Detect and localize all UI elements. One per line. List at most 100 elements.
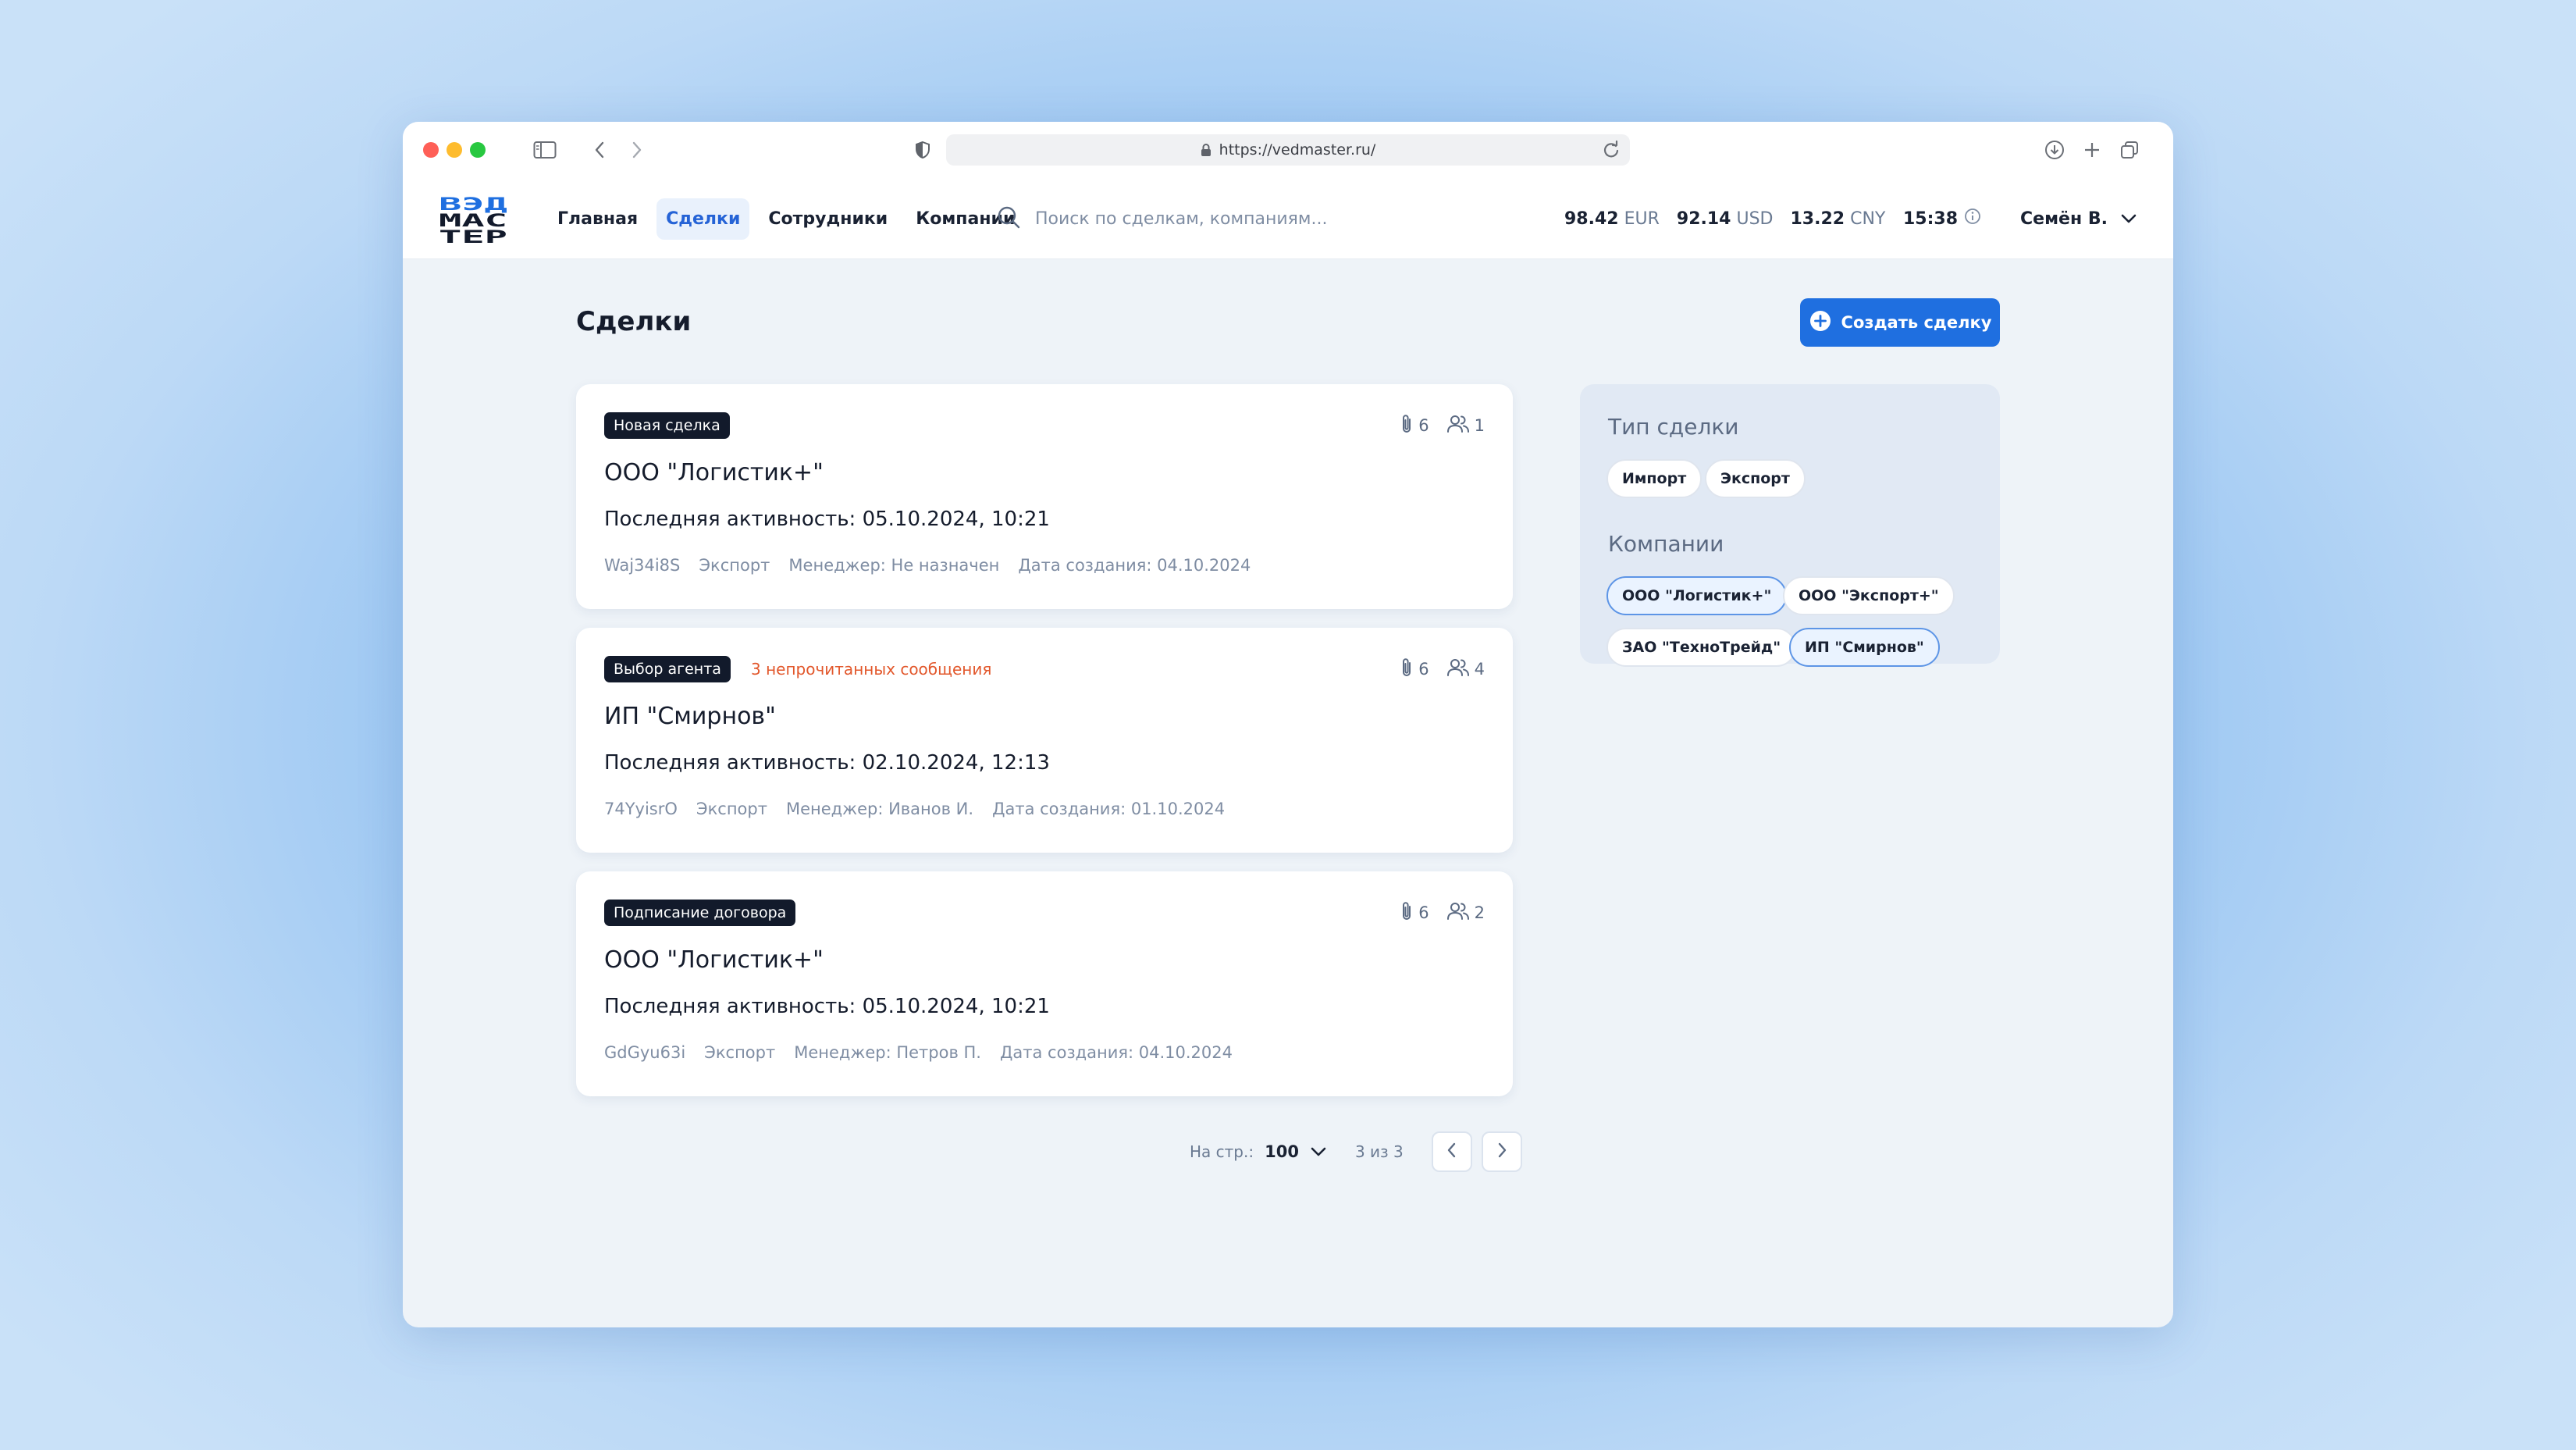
info-icon[interactable] [1964,208,1981,230]
browser-window: https://vedmaster.ru/ ВЭД МАС ТЕР Главна… [403,122,2173,1327]
users-icon [1446,414,1470,438]
paperclip-icon [1400,900,1414,926]
nav-item-home[interactable]: Главная [548,198,647,240]
deal-manager: Менеджер: Не назначен [788,556,1000,575]
members-count: 1 [1474,416,1485,435]
rate-usd: 92.14 USD [1676,208,1774,229]
address-bar[interactable]: https://vedmaster.ru/ [946,134,1630,166]
user-menu[interactable]: Семён В. [2020,195,2137,242]
unread-messages[interactable]: 3 непрочитанных сообщения [751,656,991,682]
chevron-down-icon [1310,1142,1327,1161]
deal-created: Дата создания: 01.10.2024 [992,800,1226,818]
deal-manager: Менеджер: Петров П. [794,1043,981,1062]
status-badge: Подписание договора [604,900,796,926]
chevron-down-icon [2120,209,2137,229]
create-deal-button[interactable]: Создать сделку [1800,298,2000,347]
browser-toolbar: https://vedmaster.ru/ [403,122,2173,178]
close-window-button[interactable] [423,142,439,158]
search-icon[interactable] [996,205,1021,233]
attachments-counter: 6 [1400,413,1429,439]
filter-chip-company[interactable]: ООО "Логистик+" [1606,576,1788,615]
filter-chip-company[interactable]: ООО "Экспорт+" [1783,576,1955,615]
chevron-right-icon [1496,1142,1507,1162]
download-icon[interactable] [2041,136,2069,164]
shield-icon[interactable] [909,136,937,164]
deal-last-activity: Последняя активность: 02.10.2024, 12:13 [604,751,1050,775]
deal-card[interactable]: Подписание договора 6 2 ООО "Логистик+" … [576,871,1513,1096]
rate-cny: 13.22 CNY [1790,208,1886,229]
maximize-window-button[interactable] [470,142,486,158]
paperclip-icon [1400,657,1414,682]
deal-meta: GdGyu63i Экспорт Менеджер: Петров П. Дат… [604,1043,1233,1062]
deal-card[interactable]: Новая сделка 6 1 ООО "Логистик+" Последн… [576,384,1513,609]
next-page-button[interactable] [1481,1131,1522,1172]
deal-type: Экспорт [696,800,767,818]
nav-item-deals[interactable]: Сделки [656,198,750,240]
members-counter: 4 [1446,657,1485,682]
prev-page-button[interactable] [1431,1131,1472,1172]
companies-filter-title: Компании [1608,531,1724,557]
status-badge: Новая сделка [604,412,730,439]
page-title: Сделки [576,306,692,337]
filter-chip-export[interactable]: Экспорт [1705,459,1806,498]
filters-panel: Тип сделки Импорт Экспорт Компании ООО "… [1580,384,2000,667]
filter-chip-company[interactable]: ЗАО "ТехноТрейд" [1606,628,1797,667]
lock-icon [1201,143,1212,157]
attachments-count: 6 [1418,416,1429,435]
deal-manager: Менеджер: Иванов И. [785,800,974,818]
minimize-window-button[interactable] [447,142,462,158]
deal-counters: 6 1 [1400,412,1485,439]
deal-type: Экспорт [699,556,770,575]
deal-last-activity: Последняя активность: 05.10.2024, 10:21 [604,508,1050,531]
back-icon[interactable] [585,136,614,164]
deal-company[interactable]: ООО "Логистик+" [604,946,824,974]
filter-chip-import[interactable]: Импорт [1606,459,1703,498]
filter-chip-company[interactable]: ИП "Смирнов" [1789,628,1940,667]
tabs-overview-icon[interactable] [2115,136,2144,164]
deal-company[interactable]: ИП "Смирнов" [604,703,776,730]
per-page-select[interactable]: 100 [1265,1142,1327,1161]
members-counter: 2 [1446,901,1485,925]
deal-meta: 74YyisrO Экспорт Менеджер: Иванов И. Дат… [604,800,1225,818]
members-count: 2 [1474,903,1485,922]
users-icon [1446,657,1470,682]
members-count: 4 [1474,660,1485,679]
deal-id: GdGyu63i [604,1043,686,1062]
forward-icon[interactable] [623,136,651,164]
pagination: На стр.: 100 3 из 3 [1190,1131,1522,1172]
plus-circle-icon [1809,309,1832,337]
deal-company[interactable]: ООО "Логистик+" [604,459,824,486]
per-page-value: 100 [1265,1142,1299,1161]
members-counter: 1 [1446,414,1485,438]
url-text: https://vedmaster.ru/ [1219,141,1376,159]
deal-meta: Waj34i8S Экспорт Менеджер: Не назначен Д… [604,556,1251,575]
chevron-left-icon [1446,1142,1457,1162]
deal-last-activity: Последняя активность: 05.10.2024, 10:21 [604,995,1050,1018]
currency-rates: 98.42 EUR 92.14 USD 13.22 CNY [1564,195,1885,242]
attachments-counter: 6 [1400,900,1429,926]
deal-type-filter-title: Тип сделки [1608,414,1739,440]
deal-id: 74YyisrO [604,800,678,818]
deal-counters: 6 4 [1400,656,1485,682]
deal-type: Экспорт [704,1043,776,1062]
status-badge: Выбор агента [604,656,731,682]
deal-created: Дата создания: 04.10.2024 [1018,556,1251,575]
deal-created: Дата создания: 04.10.2024 [1000,1043,1233,1062]
clock: 15:38 [1903,195,1981,242]
deal-id: Waj34i8S [604,556,681,575]
logo[interactable]: ВЭД МАС ТЕР [439,195,509,248]
create-deal-label: Создать сделку [1841,313,1992,332]
paperclip-icon [1400,413,1414,439]
reload-icon[interactable] [1600,139,1622,165]
page-info: 3 из 3 [1354,1142,1404,1161]
search-input[interactable] [1035,208,1394,229]
attachments-count: 6 [1418,903,1429,922]
deal-card[interactable]: Выбор агента 3 непрочитанных сообщения 6… [576,628,1513,853]
rate-eur: 98.42 EUR [1564,208,1660,229]
new-tab-icon[interactable] [2078,136,2106,164]
attachments-counter: 6 [1400,657,1429,682]
sidebar-toggle-icon[interactable] [531,136,559,164]
clock-time: 15:38 [1903,208,1959,229]
logo-line-3: ТЕР [439,228,507,245]
nav-item-employees[interactable]: Сотрудники [759,198,897,240]
